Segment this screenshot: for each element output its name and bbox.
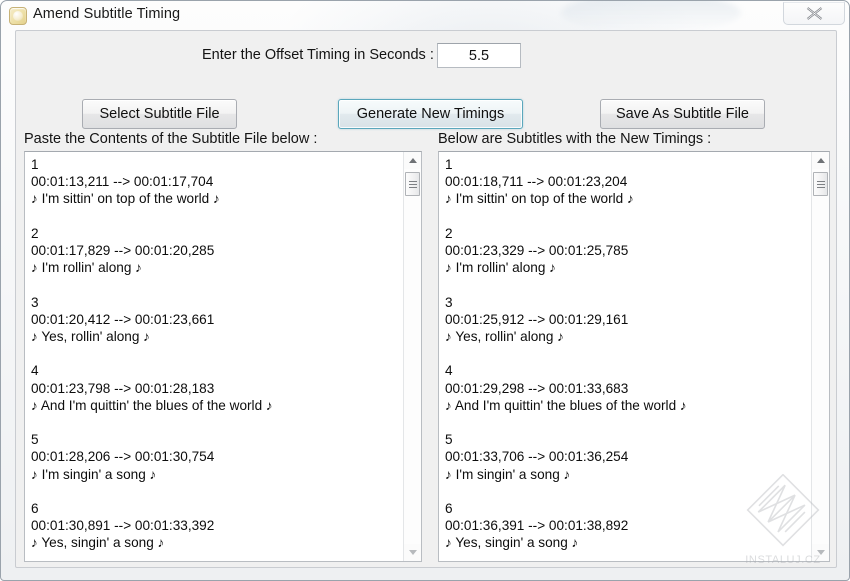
source-scrollbar-track[interactable] bbox=[404, 169, 421, 544]
result-scrollbar-track[interactable] bbox=[812, 169, 829, 544]
app-icon-inner bbox=[13, 11, 23, 21]
offset-label: Enter the Offset Timing in Seconds : bbox=[202, 47, 434, 63]
source-scrollbar[interactable] bbox=[403, 152, 421, 561]
source-subtitle-text[interactable]: 1 00:01:13,211 --> 00:01:17,704 ♪ I'm si… bbox=[25, 152, 403, 561]
buttons-row: Select Subtitle File Generate New Timing… bbox=[16, 99, 838, 129]
window-title: Amend Subtitle Timing bbox=[33, 6, 181, 22]
source-subtitle-textarea[interactable]: 1 00:01:13,211 --> 00:01:17,704 ♪ I'm si… bbox=[24, 151, 422, 562]
result-scroll-down-icon[interactable] bbox=[812, 544, 829, 561]
select-subtitle-file-button[interactable]: Select Subtitle File bbox=[82, 99, 237, 129]
source-scrollbar-thumb[interactable] bbox=[405, 172, 420, 196]
generate-new-timings-button[interactable]: Generate New Timings bbox=[338, 99, 523, 129]
close-button[interactable] bbox=[783, 2, 845, 25]
source-scroll-up-icon[interactable] bbox=[404, 152, 421, 169]
result-scroll-up-icon[interactable] bbox=[812, 152, 829, 169]
result-subtitle-textarea[interactable]: 1 00:01:18,711 --> 00:01:23,204 ♪ I'm si… bbox=[438, 151, 830, 562]
source-scroll-down-icon[interactable] bbox=[404, 544, 421, 561]
result-scrollbar[interactable] bbox=[811, 152, 829, 561]
left-panel-caption: Paste the Contents of the Subtitle File … bbox=[24, 131, 318, 147]
app-icon bbox=[9, 7, 27, 25]
right-panel-caption: Below are Subtitles with the New Timings… bbox=[438, 131, 712, 147]
close-icon bbox=[805, 6, 824, 21]
result-subtitle-text[interactable]: 1 00:01:18,711 --> 00:01:23,204 ♪ I'm si… bbox=[439, 152, 811, 561]
offset-input[interactable] bbox=[437, 43, 521, 68]
save-as-subtitle-file-button[interactable]: Save As Subtitle File bbox=[600, 99, 765, 129]
result-scrollbar-thumb[interactable] bbox=[813, 172, 828, 196]
application-window: Amend Subtitle Timing Enter the Offset T… bbox=[0, 0, 850, 581]
offset-row: Enter the Offset Timing in Seconds : bbox=[16, 43, 838, 69]
content-panel: Enter the Offset Timing in Seconds : Sel… bbox=[15, 30, 837, 568]
